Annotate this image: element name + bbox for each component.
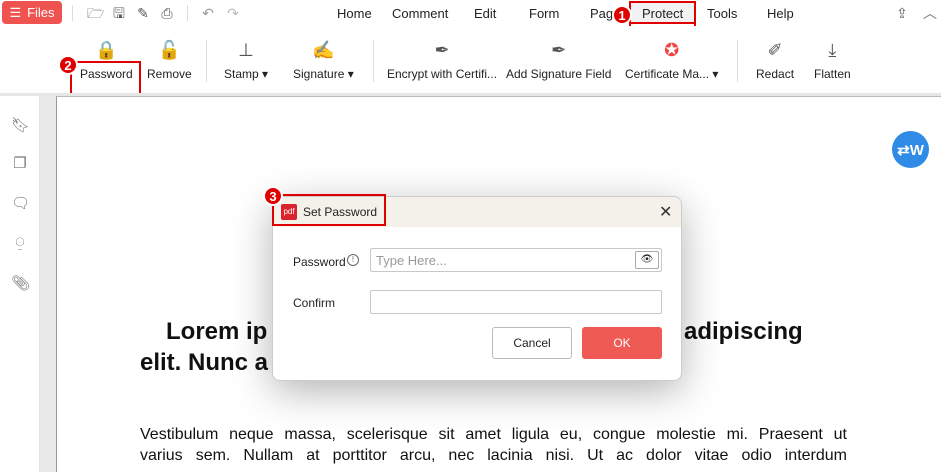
pen-nib-icon: ✒ [434, 40, 450, 60]
info-icon[interactable]: ! [347, 254, 359, 266]
paragraph-line: Vestibulum neque massa, scelerisque sit … [140, 426, 847, 443]
highlight-box-protect [629, 1, 696, 28]
lock-icon: 🔒 [95, 40, 118, 60]
menu-form[interactable]: Form [529, 6, 559, 21]
heading-fragment: adipiscing [684, 318, 803, 345]
show-password-eye-icon[interactable]: 👁︎ [635, 251, 659, 269]
open-folder-icon[interactable]: 🗁 [87, 5, 104, 21]
menu-icon: ☰ [9, 4, 22, 20]
password-label: Password [293, 255, 346, 269]
divider [187, 5, 188, 21]
certificate-badge-icon: ✪ [664, 40, 680, 60]
collapse-ribbon-icon[interactable]: ︿ [922, 5, 938, 21]
menu-tools[interactable]: Tools [707, 6, 737, 21]
signature-panel-icon[interactable]: ⍜ [11, 234, 29, 252]
menu-help[interactable]: Help [767, 6, 794, 21]
redact-icon: ✐ [767, 40, 783, 60]
heading-fragment: elit. Nunc a [140, 349, 269, 376]
save-icon[interactable]: 🖫 [111, 5, 127, 21]
paragraph-line: varius sem. Nullam at porttitor arcu, ne… [140, 447, 847, 464]
top-bar: ☰ Files 🗁 🖫 ✎ ⎙ ↶ ↷ Home Comment Edit For… [0, 0, 941, 28]
step-badge-2: 2 [58, 55, 78, 75]
password-input[interactable]: Type Here... 👁︎ [370, 248, 662, 272]
step-badge-3: 3 [263, 186, 283, 206]
cancel-button[interactable]: Cancel [492, 327, 572, 359]
divider [373, 40, 374, 82]
redact-button[interactable]: ✐ Redact [756, 36, 794, 81]
flatten-button[interactable]: ⤓ Flatten [814, 36, 851, 81]
highlight-box-dialog-title [272, 194, 386, 226]
certificate-manager-button[interactable]: ✪ Certificate Ma... ▾ [625, 36, 718, 81]
confirm-label: Confirm [293, 296, 336, 310]
divider [206, 40, 207, 82]
left-sidebar: 🔖︎ ❐ 🗨︎ ⍜ 📎︎ [0, 96, 40, 472]
edit-file-icon[interactable]: ✎ [135, 5, 151, 21]
divider [737, 40, 738, 82]
add-signature-field-button[interactable]: ✒ Add Signature Field [506, 36, 611, 81]
print-icon[interactable]: ⎙ [159, 5, 175, 21]
menu-comment[interactable]: Comment [392, 6, 448, 21]
signature-button[interactable]: ✍ Signature ▾ [293, 36, 354, 81]
pages-icon[interactable]: ❐ [11, 154, 29, 172]
attachment-icon[interactable]: 📎︎ [11, 274, 30, 292]
remove-password-button[interactable]: 🔓 Remove [147, 36, 192, 81]
signature-icon: ✍ [312, 40, 335, 60]
password-placeholder: Type Here... [376, 253, 447, 268]
heading-fragment: Lorem ip [166, 318, 268, 345]
stamp-icon: ⊥ [238, 40, 254, 60]
files-button[interactable]: ☰ Files [2, 1, 62, 24]
unlock-icon: 🔓 [158, 40, 181, 60]
menu-home[interactable]: Home [337, 6, 372, 21]
pen-seal-icon: ✒ [551, 40, 567, 60]
body-paragraph: Vestibulum neque massa, scelerisque sit … [140, 424, 847, 466]
redo-icon[interactable]: ↷ [225, 5, 241, 21]
pdf-to-word-icon: ⇄W [897, 141, 924, 159]
encrypt-with-certificate-button[interactable]: ✒ Encrypt with Certifi... [387, 36, 497, 81]
share-icon[interactable]: ⇪ [892, 5, 912, 21]
step-badge-1: 1 [612, 5, 632, 25]
close-icon[interactable]: ✕ [659, 202, 672, 222]
convert-to-word-button[interactable]: ⇄W [892, 131, 929, 168]
divider [72, 5, 73, 21]
stamp-button[interactable]: ⊥ Stamp ▾ [224, 36, 268, 81]
flatten-icon: ⤓ [828, 40, 837, 60]
confirm-password-input[interactable] [370, 290, 662, 314]
menu-edit[interactable]: Edit [474, 6, 496, 21]
highlight-box-password [70, 61, 141, 96]
comment-icon[interactable]: 🗨︎ [11, 194, 30, 212]
ok-button[interactable]: OK [582, 327, 662, 359]
undo-icon[interactable]: ↶ [200, 5, 216, 21]
bookmark-icon[interactable]: 🔖︎ [11, 116, 30, 134]
